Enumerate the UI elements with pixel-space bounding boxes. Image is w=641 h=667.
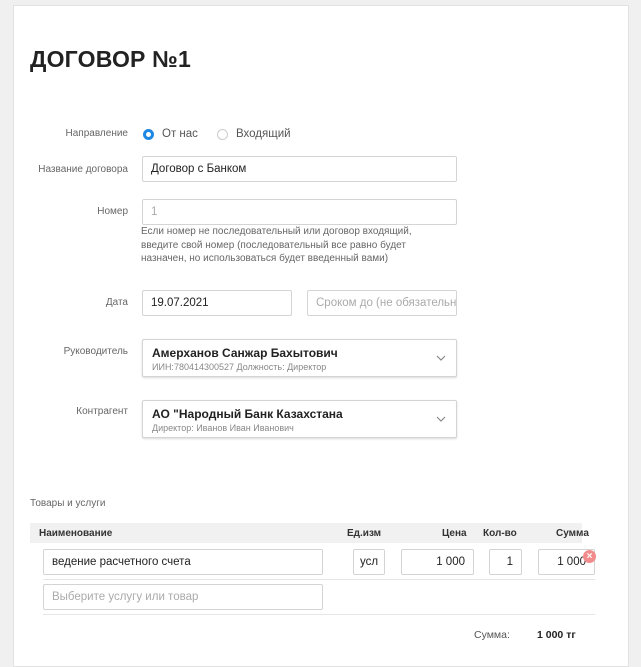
item-unit-input[interactable]: усл [353,549,385,575]
total-label: Сумма: [474,629,510,641]
chevron-down-icon [436,355,446,361]
col-qty: Кол-во [483,528,517,539]
counterparty-select[interactable]: АО "Народный Банк Казахстана Директор: И… [142,400,457,438]
counterparty-details: Директор: Иванов Иван Иванович [152,423,294,433]
col-price: Цена [442,528,467,539]
col-unit: Ед.изм [347,528,382,539]
manager-label: Руководитель [63,346,128,357]
date-input[interactable]: 19.07.2021 [142,290,292,316]
number-label: Номер [97,206,128,217]
radio-outgoing[interactable]: От нас [143,128,198,140]
page-title: ДОГОВОР №1 [30,46,191,72]
item-price-input[interactable]: 1 000 [401,549,474,575]
counterparty-label: Контрагент [76,406,128,417]
radio-incoming-circle [217,128,228,140]
table-bottom-divider [43,614,595,615]
manager-details: ИИН:780414300527 Должность: Директор [152,362,327,372]
number-input[interactable]: 1 [142,199,457,225]
total-value: 1 000 тг [537,629,576,641]
radio-incoming-label: Входящий [236,128,291,140]
item-name-input[interactable]: ведение расчетного счета [43,549,323,575]
chevron-down-icon [436,416,446,422]
radio-outgoing-label: От нас [162,128,198,140]
item-qty-input[interactable]: 1 [489,549,522,575]
add-item-input[interactable]: Выберите услугу или товар [43,584,323,610]
col-sum: Сумма [556,528,589,539]
manager-name: Амерханов Санжар Бахытович [152,346,338,360]
row-divider [43,579,595,580]
remove-row-icon[interactable]: × [583,550,596,563]
contract-name-input[interactable]: Договор с Банком [142,156,457,182]
date-until-input[interactable]: Сроком до (не обязательно [307,290,457,316]
counterparty-name: АО "Народный Банк Казахстана [152,407,343,421]
radio-outgoing-circle [143,128,154,140]
number-hint: Если номер не последовательный или догов… [141,226,412,264]
radio-incoming[interactable]: Входящий [217,128,291,140]
goods-table-header: Наименование Ед.изм Цена Кол-во Сумма [30,523,589,543]
contract-name-label: Название договора [38,164,128,175]
col-name: Наименование [39,528,113,539]
manager-select[interactable]: Амерханов Санжар Бахытович ИИН:780414300… [142,339,457,377]
date-label: Дата [105,297,128,308]
direction-label: Направление [65,128,128,139]
goods-section-label: Товары и услуги [30,498,106,509]
